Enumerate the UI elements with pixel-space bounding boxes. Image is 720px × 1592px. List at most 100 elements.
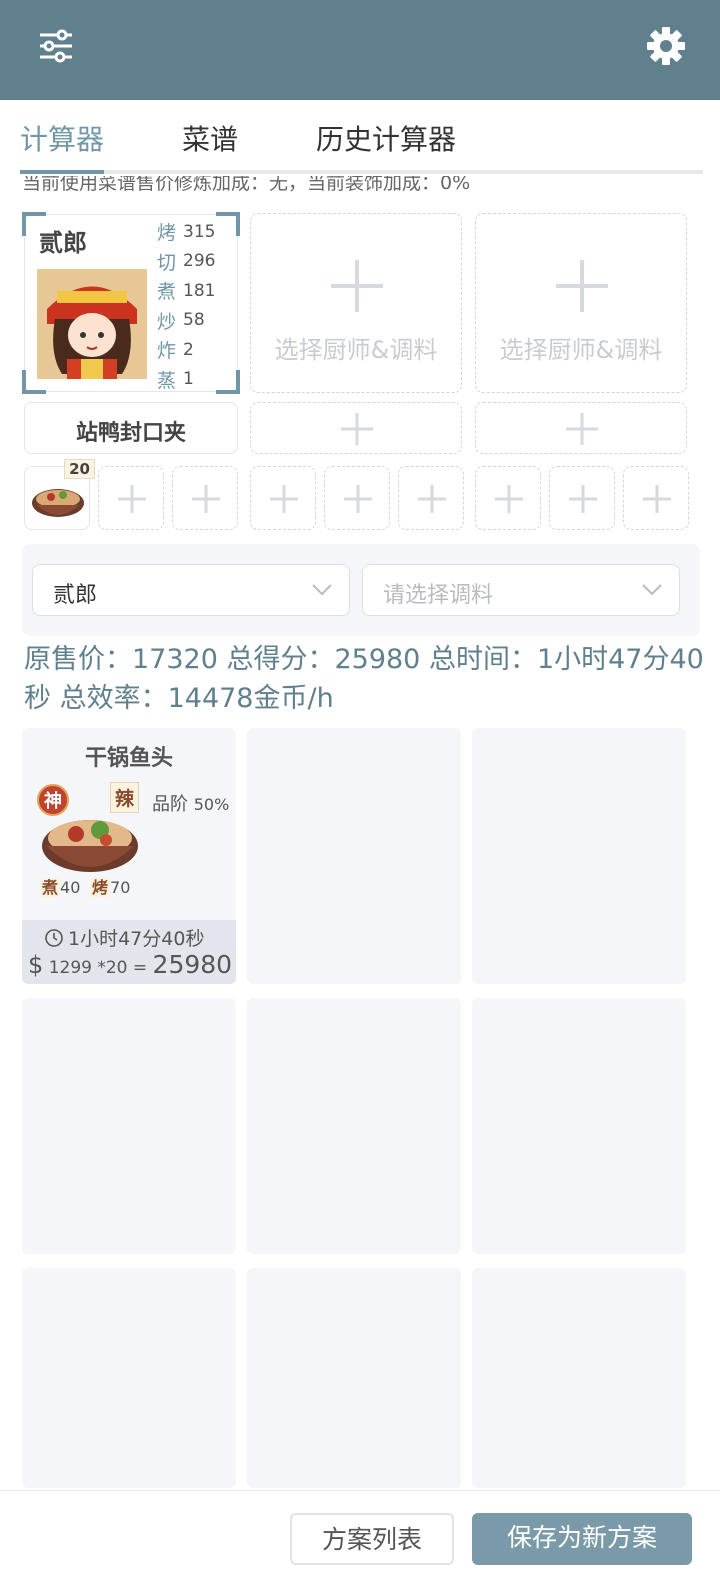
condiment-select[interactable]: 请选择调料	[362, 564, 680, 616]
dish-quantity-badge: 20	[64, 459, 95, 479]
tab-recipes[interactable]: 菜谱	[182, 118, 238, 158]
chevron-down-icon	[642, 584, 662, 596]
rank-badge: 神	[37, 784, 69, 816]
requirement-skill: 烤	[90, 878, 111, 897]
requirement-value: 40	[60, 878, 81, 897]
skill-requirement: 煮 40	[40, 874, 80, 898]
empty-dish-card[interactable]	[472, 998, 686, 1254]
empty-dish-slot[interactable]	[549, 466, 615, 530]
grade-info: 品阶 50%	[152, 790, 229, 816]
clock-icon	[45, 928, 63, 947]
skill-value: 1	[183, 369, 194, 390]
skill-label: 蒸	[157, 369, 177, 392]
empty-dish-card[interactable]	[247, 1268, 461, 1488]
empty-dish-slot[interactable]	[324, 466, 390, 530]
plus-icon	[341, 413, 373, 445]
skill-label: 煮	[157, 281, 177, 304]
skill-requirement: 烤 70	[90, 874, 130, 898]
sliders-icon[interactable]	[38, 28, 74, 64]
empty-dish-card[interactable]	[472, 728, 686, 984]
flavor-tag: 辣	[110, 782, 140, 813]
empty-dish-card[interactable]	[22, 998, 236, 1254]
tab-bar: 计算器 菜谱 历史计算器	[0, 100, 720, 176]
dish-title: 干锅鱼头	[84, 746, 173, 771]
plus-icon	[556, 260, 608, 312]
bottom-action-bar: 方案列表 保存为新方案	[0, 1490, 720, 1592]
equipment-name: 站鸭封口夹	[75, 421, 186, 446]
tab-history-calculator[interactable]: 历史计算器	[316, 118, 456, 158]
skill-row: 煮 181	[157, 276, 215, 306]
plus-icon	[495, 485, 523, 513]
tab-calculator[interactable]: 计算器	[20, 118, 104, 158]
condiment-select-placeholder: 请选择调料	[383, 583, 494, 608]
plus-icon	[418, 485, 446, 513]
empty-chef-slot[interactable]: 选择厨师&调料	[250, 213, 462, 393]
price-expression: 1299 *20 =	[48, 958, 148, 978]
plan-list-button[interactable]: 方案列表	[290, 1513, 454, 1565]
grade-percent: 50%	[193, 795, 230, 814]
empty-dish-card[interactable]	[472, 1268, 686, 1488]
save-new-plan-button[interactable]: 保存为新方案	[472, 1513, 692, 1565]
equipment-slot[interactable]: 站鸭封口夹	[24, 402, 238, 454]
plus-icon	[643, 485, 671, 513]
skill-row: 蒸1	[157, 365, 215, 395]
gear-icon[interactable]	[646, 26, 686, 66]
empty-chef-label: 选择厨师&调料	[274, 336, 438, 364]
dish-card[interactable]: 干锅鱼头 神 辣 品阶 50% 煮 40 烤 70 1小时47分40秒 $ 1299…	[22, 728, 236, 984]
dish-footer: 1小时47分40秒 $ 1299 *20 = 25980	[22, 920, 236, 984]
empty-dish-slot[interactable]	[623, 466, 689, 530]
requirement-skill: 煮	[40, 878, 61, 897]
tab-active-indicator	[20, 170, 104, 174]
dish-thumbnail	[32, 489, 84, 517]
plus-icon	[569, 485, 597, 513]
skill-label: 炒	[157, 310, 177, 333]
plus-icon	[270, 485, 298, 513]
skill-label: 炸	[157, 340, 177, 363]
empty-dish-slot[interactable]	[172, 466, 238, 530]
cook-time: 1小时47分40秒	[44, 924, 204, 951]
chef-card[interactable]: 贰郎 烤 315 切 296 煮 181 炒 58 炸2 蒸1	[22, 212, 240, 394]
dollar-sign: $	[28, 951, 44, 979]
top-bar	[0, 0, 720, 100]
empty-equipment-slot[interactable]	[475, 402, 687, 454]
empty-chef-label: 选择厨师&调料	[499, 336, 663, 364]
chef-avatar	[37, 269, 147, 379]
skill-value: 315	[183, 221, 216, 242]
skill-label: 烤	[157, 222, 177, 245]
chef-skills: 烤 315 切 296 煮 181 炒 58 炸2 蒸1	[157, 217, 215, 394]
empty-chef-slot[interactable]: 选择厨师&调料	[475, 213, 687, 393]
skill-row: 炸2	[157, 335, 215, 365]
selection-corner	[216, 212, 240, 236]
cook-time-value: 1小时47分40秒	[68, 928, 205, 950]
plus-icon	[344, 485, 372, 513]
selection-panel: 贰郎 请选择调料	[22, 544, 700, 636]
skill-row: 切 296	[157, 247, 215, 277]
empty-dish-slot[interactable]	[98, 466, 164, 530]
price-total: 25980	[152, 950, 233, 979]
chef-name: 贰郎	[39, 229, 87, 257]
bonus-notice: 当前使用菜谱售价修炼加成：无，当前装饰加成：0%	[22, 176, 471, 194]
chef-select[interactable]: 贰郎	[32, 564, 350, 616]
empty-dish-slot[interactable]	[250, 466, 316, 530]
grade-label: 品阶	[152, 794, 188, 815]
chevron-down-icon	[312, 584, 332, 596]
plus-icon	[192, 485, 220, 513]
empty-dish-slot[interactable]	[398, 466, 464, 530]
plus-icon	[118, 485, 146, 513]
skill-row: 炒 58	[157, 306, 215, 336]
skill-value: 58	[183, 310, 205, 331]
plus-icon	[331, 260, 383, 312]
dish-slot[interactable]: 20	[24, 459, 95, 530]
plus-icon	[566, 413, 598, 445]
skill-value: 2	[183, 339, 194, 360]
tab-divider	[20, 170, 703, 174]
empty-dish-card[interactable]	[22, 1268, 236, 1488]
skill-value: 296	[183, 251, 216, 272]
chef-select-value: 贰郎	[53, 583, 98, 608]
empty-dish-card[interactable]	[247, 998, 461, 1254]
skill-label: 切	[157, 251, 177, 274]
empty-equipment-slot[interactable]	[250, 402, 462, 454]
empty-dish-slot[interactable]	[475, 466, 541, 530]
requirement-value: 70	[110, 878, 131, 897]
empty-dish-card[interactable]	[247, 728, 461, 984]
